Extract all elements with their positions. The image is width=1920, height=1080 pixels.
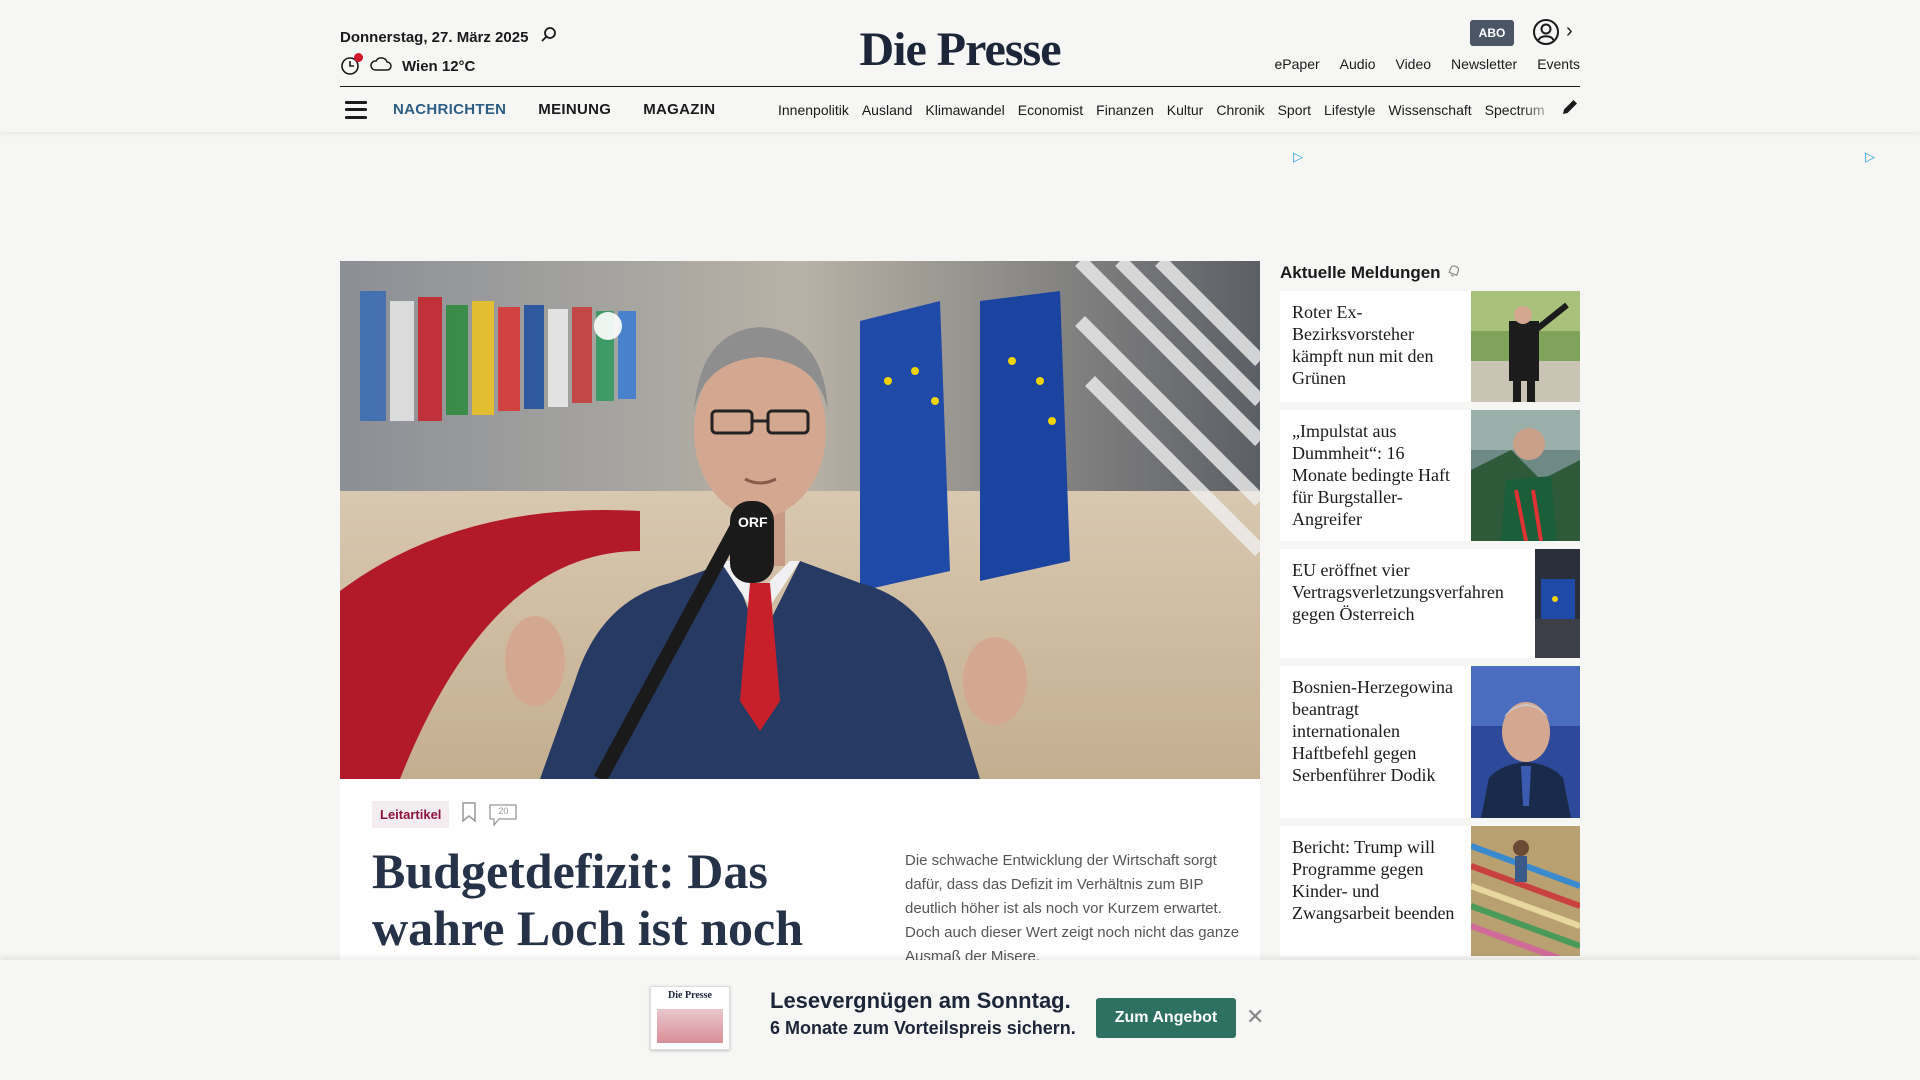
news-card-image[interactable] [1471,291,1580,402]
promo-subline: 6 Monate zum Vorteilspreis sichern. [770,1018,1076,1038]
nav-magazin[interactable]: MAGAZIN [643,101,715,118]
user-icon[interactable] [1532,18,1560,51]
util-link-audio[interactable]: Audio [1340,56,1376,72]
subnav-economist[interactable]: Economist [1018,102,1083,118]
ad-choices-icon[interactable]: ▷ [1293,149,1303,165]
util-link-video[interactable]: Video [1395,56,1431,72]
news-card[interactable]: Bericht: Trump will Programme gegen Kind… [1280,826,1580,956]
news-card[interactable]: Bosnien-Herzegowina beantragt internatio… [1280,666,1580,818]
close-icon[interactable]: ✕ [1246,1004,1264,1030]
util-link-newsletter[interactable]: Newsletter [1451,56,1517,72]
sidebar-title: Aktuelle Meldungen [1280,263,1441,282]
subnav-wissenschaft[interactable]: Wissenschaft [1388,102,1471,118]
news-card-title[interactable]: Bosnien-Herzegowina beantragt internatio… [1280,666,1468,818]
news-card-title[interactable]: EU eröffnet vier Vertragsverletzungsverf… [1280,549,1530,658]
news-card-title[interactable]: „Impulstat aus Dummheit“: 16 Monate bedi… [1280,410,1468,541]
news-card-image[interactable] [1471,410,1580,541]
news-card-image[interactable] [1471,666,1580,818]
lead-headline[interactable]: Budgetdefizit: Das wahre Loch ist noch [372,843,812,957]
menu-icon[interactable] [345,100,367,119]
latest-news-sidebar: Aktuelle Meldungen Roter Ex-Bezirksvorst… [1280,261,1580,964]
comment-icon[interactable]: 20 [489,803,518,826]
subnav-klimawandel[interactable]: Klimawandel [925,102,1004,118]
subnav-lifestyle[interactable]: Lifestyle [1324,102,1375,118]
site-header: Donnerstag, 27. März 2025 Wien 12°C Die … [0,0,1920,132]
promo-thumb-logo: Die Presse [668,990,712,1001]
subnav-ausland[interactable]: Ausland [862,102,913,118]
promo-thumb-picture [657,1009,723,1043]
sub-navigation: Innenpolitik Ausland Klimawandel Economi… [778,102,1560,118]
subnav-finanzen[interactable]: Finanzen [1096,102,1154,118]
subnav-fade [1520,94,1560,125]
promo-headline: Lesevergnügen am Sonntag. [770,988,1071,1013]
comment-count: 20 [498,805,509,816]
subnav-kultur[interactable]: Kultur [1167,102,1204,118]
abo-button[interactable]: ABO [1470,20,1514,46]
news-card-image[interactable] [1471,826,1580,956]
subscription-promo-bar: Die Presse Lesevergnügen am Sonntag. 6 M… [0,960,1920,1080]
sidebar-heading: Aktuelle Meldungen [1280,261,1580,285]
news-card-image[interactable] [1535,549,1580,658]
bell-icon[interactable] [1447,263,1461,283]
news-card[interactable]: „Impulstat aus Dummheit“: 16 Monate bedi… [1280,410,1580,541]
header-inner: Donnerstag, 27. März 2025 Wien 12°C Die … [340,0,1580,132]
chevron-right-icon[interactable]: › [1566,20,1573,43]
lead-article[interactable]: ORF Leitartikel 20 Budgetdefizit: Das wa… [340,261,1260,965]
news-card[interactable]: Roter Ex-Bezirksvorsteher kämpft nun mit… [1280,291,1580,402]
nav-meinung[interactable]: MEINUNG [538,101,611,118]
subnav-chronik[interactable]: Chronik [1216,102,1264,118]
subnav-sport[interactable]: Sport [1278,102,1311,118]
nav-nachrichten[interactable]: NACHRICHTEN [393,101,506,118]
news-card-title[interactable]: Bericht: Trump will Programme gegen Kind… [1280,826,1468,956]
ad-choices-icon[interactable]: ▷ [1865,149,1875,165]
category-tag[interactable]: Leitartikel [372,801,450,828]
utility-links: ePaper Audio Video Newsletter Events [1275,56,1580,72]
news-card[interactable]: EU eröffnet vier Vertragsverletzungsverf… [1280,549,1580,658]
bookmark-icon[interactable] [461,802,477,827]
lead-teaser: Die schwache Entwicklung der Wirtschaft … [905,852,1240,965]
util-link-epaper[interactable]: ePaper [1275,56,1320,72]
promo-newspaper-thumbnail: Die Presse [650,986,730,1050]
article-meta: Leitartikel 20 [372,801,518,828]
util-link-events[interactable]: Events [1537,56,1580,72]
svg-text:ORF: ORF [738,514,768,530]
lead-photo[interactable]: ORF [340,261,1260,779]
main-navigation: NACHRICHTEN MEINUNG MAGAZIN Innenpolitik… [340,87,1580,132]
subnav-innenpolitik[interactable]: Innenpolitik [778,102,849,118]
news-card-title[interactable]: Roter Ex-Bezirksvorsteher kämpft nun mit… [1280,291,1468,402]
promo-offer-button[interactable]: Zum Angebot [1096,998,1236,1038]
pencil-icon[interactable] [1560,97,1580,122]
section-nav: NACHRICHTEN MEINUNG MAGAZIN [393,101,715,118]
